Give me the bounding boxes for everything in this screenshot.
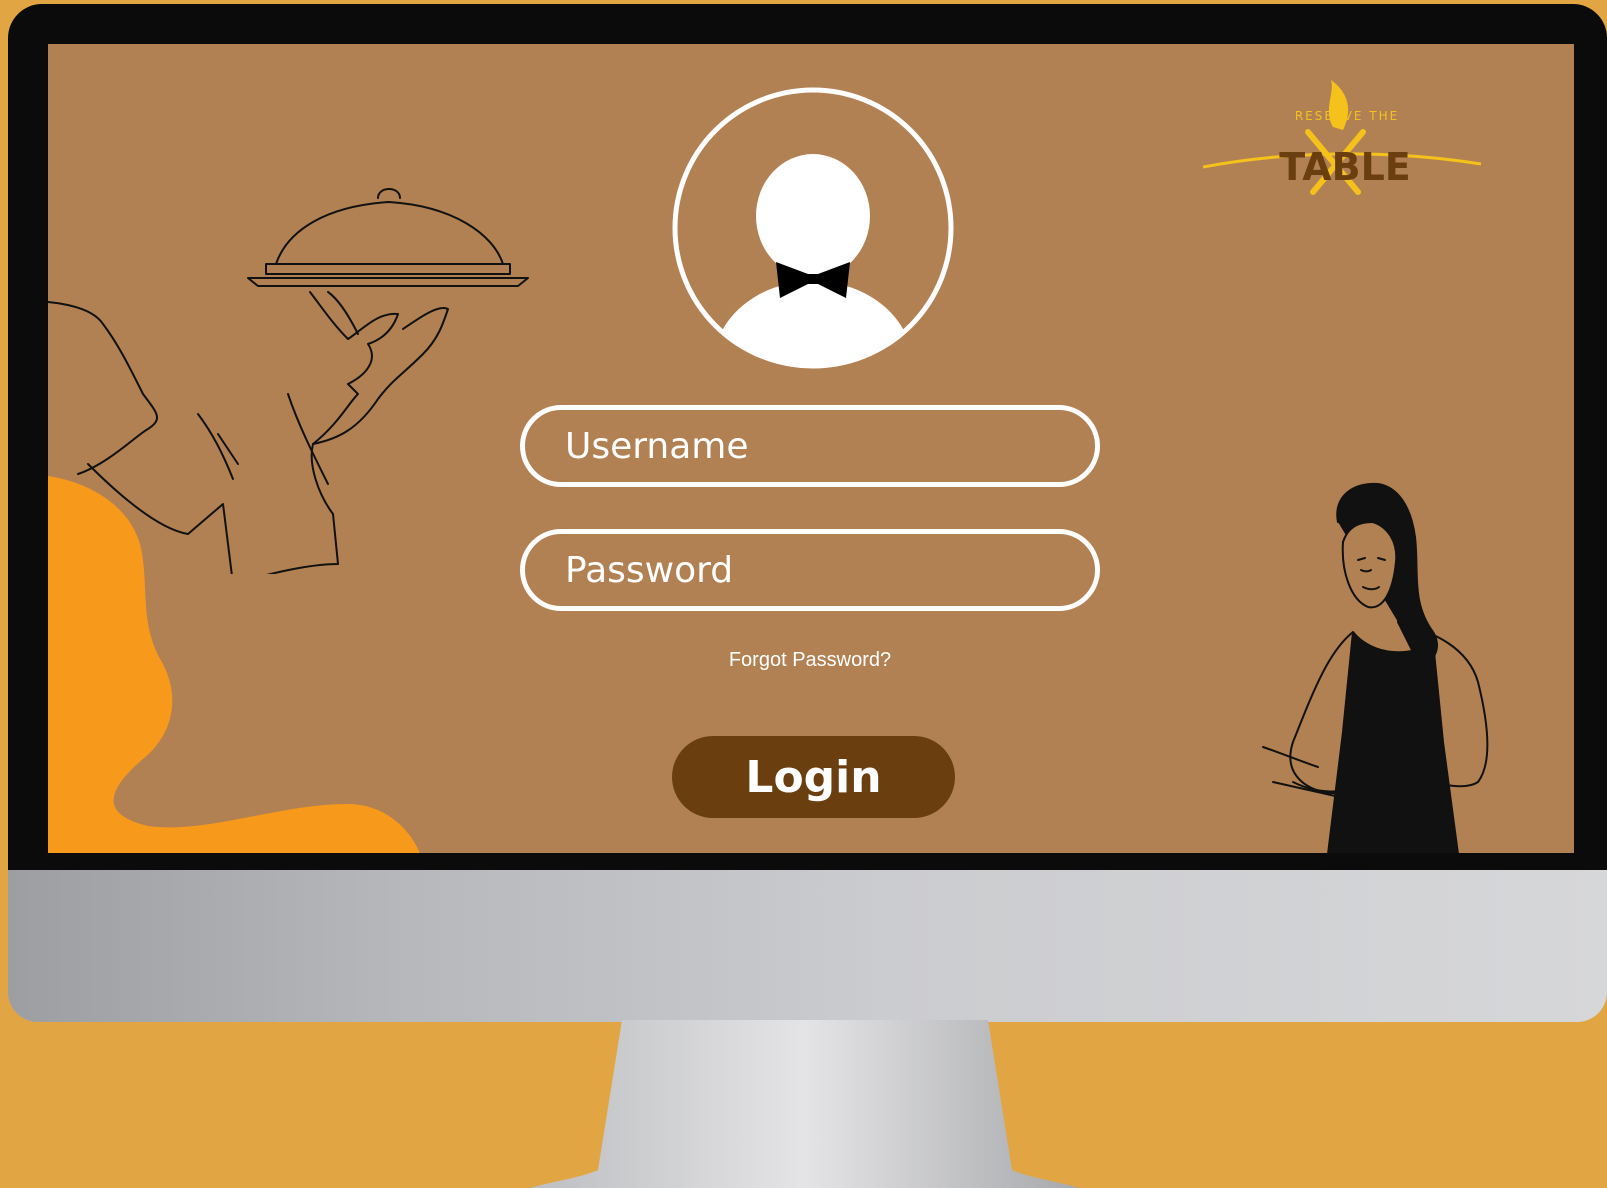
monitor-chin: [8, 870, 1607, 1022]
logo-small-text: RESERVE THE: [1295, 109, 1399, 123]
password-field-container: [520, 529, 1100, 611]
logo-main-text: TABLE: [1279, 145, 1411, 189]
login-screen: Forgot Password? Login RESERVE THE TABLE: [48, 44, 1574, 853]
username-input[interactable]: [563, 424, 1095, 468]
waiter-hand-tray-illustration: [48, 188, 529, 574]
waitress-illustration: [1262, 482, 1489, 853]
user-avatar-with-bowtie-icon: [672, 87, 954, 369]
login-button[interactable]: Login: [672, 736, 955, 818]
username-field-container: [520, 405, 1100, 487]
password-input[interactable]: [563, 548, 1095, 592]
monitor-stand: [530, 1020, 1080, 1188]
reserve-the-table-logo: RESERVE THE TABLE: [1203, 80, 1482, 195]
forgot-password-link[interactable]: Forgot Password?: [520, 649, 1100, 672]
